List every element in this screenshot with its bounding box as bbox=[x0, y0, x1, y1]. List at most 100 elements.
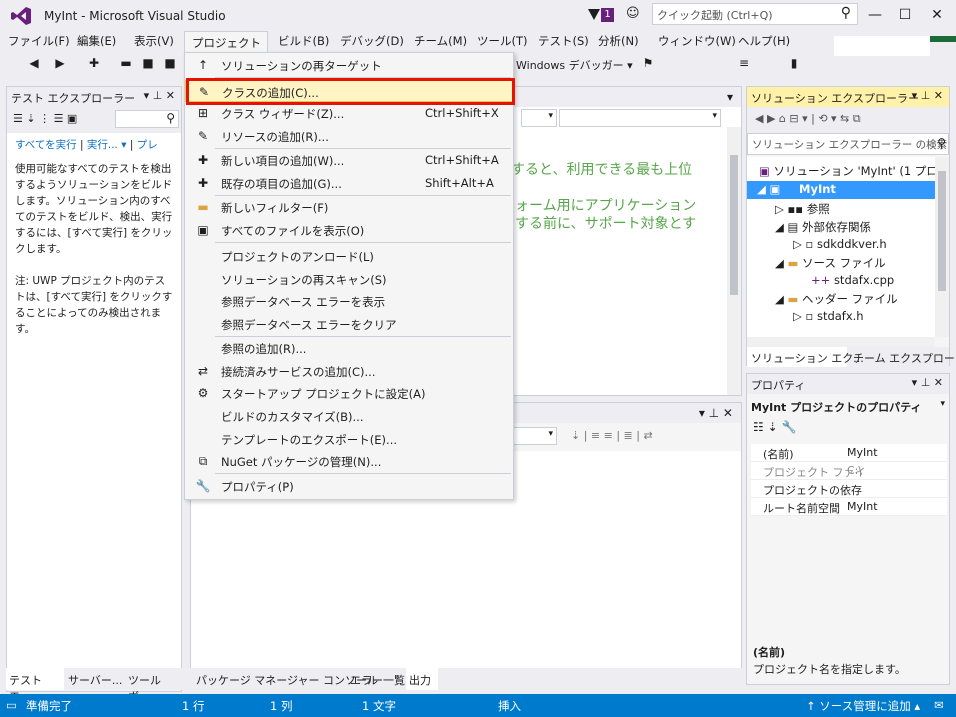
search-icon: ⚲ bbox=[937, 136, 946, 150]
member-select[interactable]: ▾ bbox=[521, 109, 557, 127]
forward-icon[interactable]: ▶ bbox=[52, 55, 68, 71]
chevron-down-icon[interactable]: ▾ bbox=[727, 90, 733, 104]
menu-item-retarget[interactable]: ↑ ソリューションの再ターゲット bbox=[185, 54, 513, 76]
menu-edit[interactable]: 編集(E) bbox=[77, 33, 116, 49]
home-icon[interactable]: ◀ ▶ ⌂ ⊟ ▾ | ⟲ ▾ ⇆ ⧉ bbox=[755, 112, 861, 126]
menu-item-new-filter[interactable]: ▬ 新しいフィルター(F) bbox=[185, 196, 513, 218]
menu-window[interactable]: ウィンドウ(W) bbox=[658, 33, 736, 49]
editor-scrollbar[interactable] bbox=[727, 127, 741, 395]
menu-test[interactable]: テスト(S) bbox=[538, 33, 589, 49]
menu-item-properties[interactable]: 🔧 プロパティ(P) bbox=[185, 475, 513, 497]
properties-object-select[interactable]: MyInt プロジェクトのプロパティ ▾ bbox=[747, 396, 949, 416]
find-icon[interactable]: ⚑ bbox=[640, 55, 656, 71]
show-all-files-icon: ▣ bbox=[197, 223, 209, 237]
panel-controls-icon[interactable]: ▾ ⊥ ✕ bbox=[912, 89, 943, 102]
test-explorer-header: テスト エクスプローラー ▾ ⊥ ✕ bbox=[7, 87, 181, 107]
menu-item-show-all[interactable]: ▣ すべてのファイルを表示(O) bbox=[185, 219, 513, 241]
menu-tools[interactable]: ツール(T) bbox=[477, 33, 528, 49]
tree-stdafx-cpp[interactable]: ++ stdafx.cpp bbox=[811, 273, 894, 287]
search-icon: ⚲ bbox=[840, 5, 851, 21]
menu-item-clear-db-errors[interactable]: 参照データベース エラーをクリア bbox=[185, 313, 513, 335]
open-icon[interactable]: ▬ bbox=[118, 55, 134, 71]
gear-icon: ⚙ bbox=[197, 386, 209, 400]
run-link[interactable]: 実行... ▾ bbox=[87, 139, 127, 151]
tree-solution[interactable]: ▣ ソリューション 'MyInt' (1 プロジェクト) bbox=[759, 163, 935, 179]
notification-flag-icon[interactable]: 1 bbox=[588, 7, 614, 23]
bookmark-icon[interactable]: ▮ bbox=[786, 55, 802, 71]
project-menu-dropdown: ↑ ソリューションの再ターゲット ✎ クラスの追加(C)... ⊞ クラス ウィザード… bbox=[184, 52, 514, 500]
menu-view[interactable]: 表示(V) bbox=[134, 33, 174, 49]
menu-item-build-customize[interactable]: ビルドのカスタマイズ(B)... bbox=[185, 405, 513, 427]
comment-icon[interactable]: ≡ bbox=[736, 55, 752, 71]
menu-analyze[interactable]: 分析(N) bbox=[598, 33, 639, 49]
test-search-input[interactable]: ⚲ bbox=[115, 110, 179, 128]
menu-project[interactable]: プロジェクト(P) bbox=[184, 31, 268, 65]
solution-scrollbar[interactable] bbox=[935, 157, 949, 337]
categorized-icon[interactable]: ☷ bbox=[753, 420, 764, 434]
status-mode: 挿入 bbox=[498, 699, 521, 713]
property-row[interactable]: (名前) MyInt bbox=[751, 444, 947, 462]
menu-item-add-existing[interactable]: ✚ 既存の項目の追加(G)... Shift+Alt+A bbox=[185, 172, 513, 194]
tree-references[interactable]: ▷ ▪▪ 参照 bbox=[775, 201, 830, 217]
panel-controls-icon[interactable]: ▾ ⊥ ✕ bbox=[699, 406, 733, 420]
tab-solution-explorer[interactable]: ソリューション エク... bbox=[747, 347, 864, 367]
solution-search-input[interactable]: ソリューション エクスプローラー の検索 ⚲ bbox=[747, 133, 949, 155]
property-row[interactable]: プロジェクト ファイ C:\ bbox=[751, 462, 947, 480]
minimize-button[interactable]: — bbox=[860, 4, 890, 26]
property-row[interactable]: ルート名前空間 MyInt bbox=[751, 498, 947, 516]
output-tools-icon[interactable]: ⇣ | ≡ ≡ | ≣ | ⇄ bbox=[571, 429, 653, 442]
tree-external-deps[interactable]: ◢ ▤ 外部依存関係 bbox=[775, 219, 871, 235]
source-control-button[interactable]: ↑ ソース管理に追加 ▴ bbox=[806, 698, 920, 714]
properties-panel: プロパティ ▾ ⊥ ✕ MyInt プロジェクトのプロパティ ▾ ☷ ⇣ 🔧 (名前… bbox=[746, 373, 950, 685]
tree-sdkddkver[interactable]: ▷ ▫ sdkddkver.h bbox=[793, 237, 887, 251]
panel-controls-icon[interactable]: ▾ ⊥ ✕ bbox=[144, 89, 175, 102]
tree-stdafx-h[interactable]: ▷ ▫ stdafx.h bbox=[793, 309, 864, 323]
menu-item-rescan[interactable]: ソリューションの再スキャン(S) bbox=[185, 268, 513, 290]
class-wizard-icon: ⊞ bbox=[197, 106, 209, 120]
save-icon[interactable]: ■ bbox=[140, 55, 156, 71]
tab-test-explorer[interactable]: テスト エ... bbox=[6, 668, 64, 703]
close-button[interactable]: ✕ bbox=[922, 4, 952, 26]
new-project-icon[interactable]: ✚ bbox=[86, 55, 102, 71]
debugger-select[interactable]: Windows デバッガー ▾ bbox=[516, 57, 633, 73]
menu-item-show-db-errors[interactable]: 参照データベース エラーを表示 bbox=[185, 290, 513, 312]
alphabetical-icon[interactable]: ⇣ bbox=[768, 420, 778, 434]
panel-controls-icon[interactable]: ▾ ⊥ ✕ bbox=[912, 376, 943, 389]
scope-select[interactable]: ▾ bbox=[559, 109, 721, 127]
menu-debug[interactable]: デバッグ(D) bbox=[340, 33, 404, 49]
wrench-icon[interactable]: 🔧 bbox=[781, 420, 796, 434]
tree-header-files[interactable]: ◢ ▬ ヘッダー ファイル bbox=[775, 291, 898, 307]
menu-item-nuget[interactable]: ⧉ NuGet パッケージの管理(N)... bbox=[185, 450, 513, 472]
solution-hscrollbar[interactable] bbox=[747, 337, 935, 347]
run-all-link[interactable]: すべてを実行 bbox=[15, 139, 77, 151]
tree-source-files[interactable]: ◢ ▬ ソース ファイル bbox=[775, 255, 886, 271]
maximize-button[interactable]: ☐ bbox=[890, 4, 920, 26]
menu-item-export-template[interactable]: テンプレートのエクスポート(E)... bbox=[185, 428, 513, 450]
back-icon[interactable]: ◀ bbox=[26, 55, 42, 71]
group-icon[interactable]: ☰ ⇣ ⋮ ☰ ▣ bbox=[13, 112, 77, 125]
property-row[interactable]: プロジェクトの依存 bbox=[751, 480, 947, 498]
notifications-icon[interactable]: ✉ bbox=[934, 698, 944, 712]
menu-item-unload[interactable]: プロジェクトのアンロード(L) bbox=[185, 245, 513, 267]
menu-help[interactable]: ヘルプ(H) bbox=[738, 33, 790, 49]
menu-build[interactable]: ビルド(B) bbox=[278, 33, 329, 49]
menu-item-class-wizard[interactable]: ⊞ クラス ウィザード(Z)... Ctrl+Shift+X bbox=[185, 102, 513, 124]
solution-tree: ▣ ソリューション 'MyInt' (1 プロジェクト) ◢ ▣MyInt ▷ … bbox=[747, 157, 935, 337]
playlist-link[interactable]: プレ bbox=[137, 139, 158, 151]
menu-item-add-reference[interactable]: 参照の追加(R)... bbox=[185, 337, 513, 359]
menu-item-add-resource[interactable]: ✎ リソースの追加(R)... bbox=[185, 125, 513, 147]
tab-server-explorer[interactable]: サーバー... bbox=[68, 672, 122, 688]
menu-file[interactable]: ファイル(F) bbox=[8, 33, 70, 49]
window-title: MyInt - Microsoft Visual Studio bbox=[44, 9, 226, 23]
quick-launch-input[interactable]: クイック起動 (Ctrl+Q) ⚲ bbox=[652, 3, 858, 25]
save-all-icon[interactable]: ■ bbox=[162, 55, 178, 71]
tab-error-list[interactable]: エラー一覧 bbox=[350, 672, 405, 688]
tab-output[interactable]: 出力 bbox=[406, 668, 438, 690]
menu-item-set-startup[interactable]: ⚙ スタートアップ プロジェクトに設定(A) bbox=[185, 382, 513, 404]
tree-project-selected[interactable]: ◢ ▣ MyInt bbox=[747, 181, 935, 199]
menu-item-add-new[interactable]: ✚ 新しい項目の追加(W)... Ctrl+Shift+A bbox=[185, 149, 513, 171]
menu-item-connected-service[interactable]: ⇄ 接続済みサービスの追加(C)... bbox=[185, 360, 513, 382]
tab-team-explorer[interactable]: チーム エクスプロー... bbox=[853, 350, 956, 366]
menu-team[interactable]: チーム(M) bbox=[414, 33, 467, 49]
feedback-icon[interactable]: ☺ bbox=[626, 6, 646, 24]
